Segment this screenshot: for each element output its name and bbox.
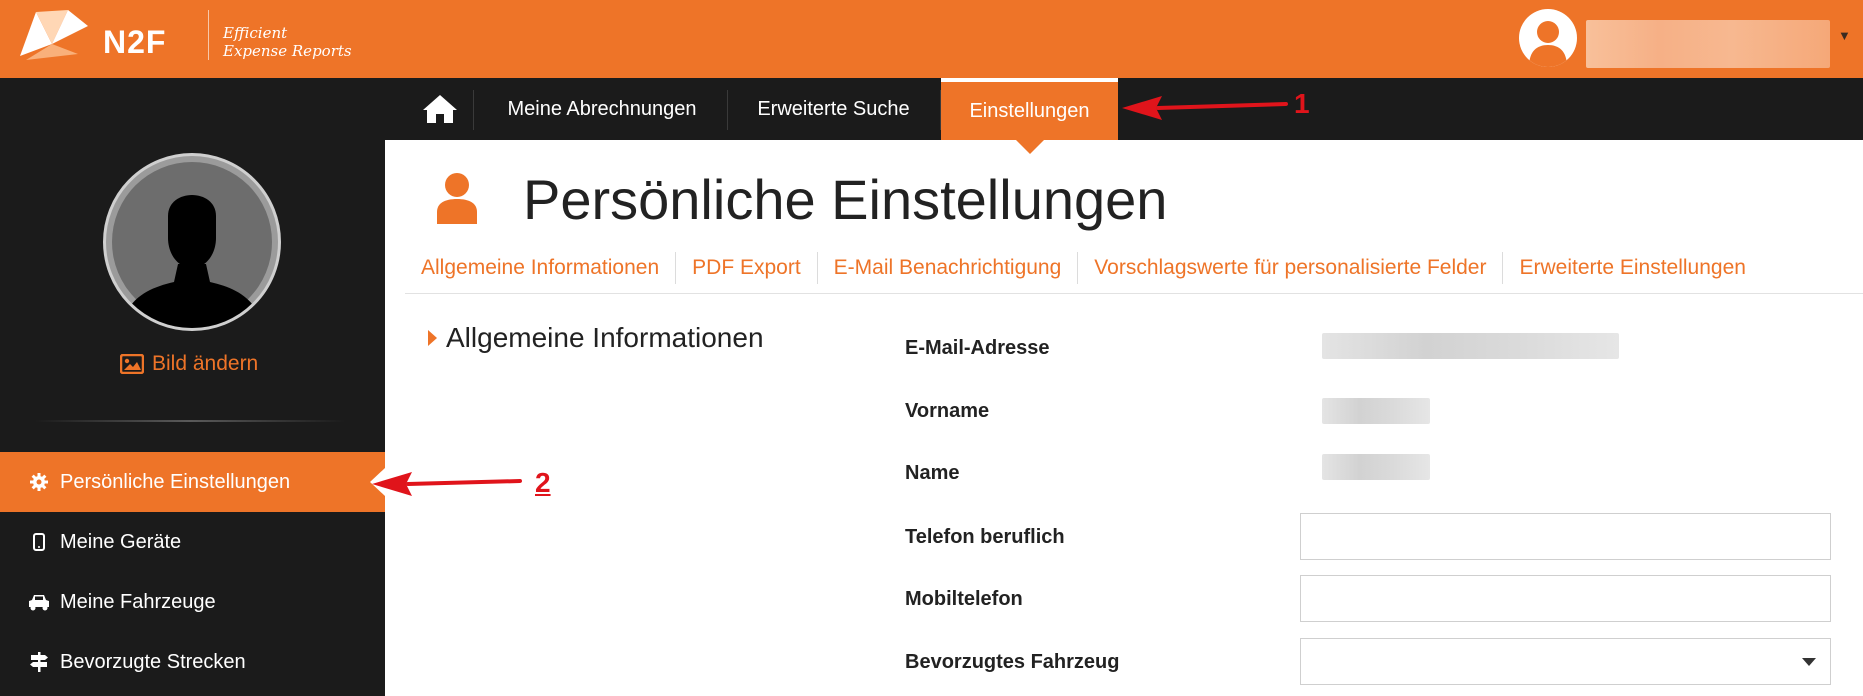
active-tab-pointer (1016, 140, 1044, 154)
gear-icon (28, 471, 50, 493)
lastname-value-redacted (1322, 454, 1430, 480)
mobile-phone-label: Mobiltelefon (905, 588, 1023, 610)
user-avatar[interactable] (1519, 9, 1577, 67)
chevron-down-icon[interactable]: ▼ (1838, 28, 1851, 43)
nav-item-einstellungen[interactable]: Einstellungen (941, 78, 1118, 140)
work-phone-label: Telefon beruflich (905, 526, 1065, 548)
signpost-icon (28, 651, 50, 673)
nav-separator (473, 90, 474, 130)
sidebar-item-label: Meine Fahrzeuge (60, 590, 216, 613)
user-icon (437, 173, 477, 224)
preferred-vehicle-label: Bevorzugtes Fahrzeug (905, 651, 1120, 673)
settings-tabs: Allgemeine Informationen PDF Export E-Ma… (421, 250, 1762, 286)
image-icon (120, 354, 144, 374)
nav-item-erweiterte-suche[interactable]: Erweiterte Suche (728, 78, 939, 140)
change-picture-label: Bild ändern (152, 352, 259, 375)
profile-picture (103, 153, 281, 331)
preferred-vehicle-select[interactable] (1300, 638, 1831, 685)
home-button[interactable] (412, 78, 468, 140)
tab-email-benachrichtigung[interactable]: E-Mail Benachrichtigung (818, 256, 1078, 280)
firstname-label: Vorname (905, 400, 990, 422)
sidebar-item-label: Meine Geräte (60, 530, 182, 553)
tab-erweiterte-einstellungen[interactable]: Erweiterte Einstellungen (1503, 256, 1761, 280)
email-value-redacted (1322, 333, 1619, 359)
mobile-phone-input[interactable] (1300, 575, 1831, 622)
annotation-number-1: 1 (1294, 88, 1310, 119)
lastname-label: Name (905, 462, 960, 484)
sidebar-item-bevorzugte-strecken[interactable]: Bevorzugte Strecken (0, 632, 385, 692)
n2f-logo-icon (20, 10, 88, 60)
sidebar-item-persoenliche-einstellungen[interactable]: Persönliche Einstellungen (0, 452, 385, 512)
work-phone-input[interactable] (1300, 513, 1831, 560)
chevron-down-icon (1802, 658, 1816, 666)
car-icon (28, 591, 50, 613)
firstname-value-redacted (1322, 398, 1430, 424)
tabs-divider (405, 293, 1863, 294)
user-name-redacted[interactable] (1586, 20, 1830, 68)
change-picture-link[interactable]: Bild ändern (120, 352, 258, 376)
avatar-silhouette-icon (112, 162, 272, 328)
sidebar-item-label: Persönliche Einstellungen (60, 470, 291, 493)
annotation-arrow-2 (372, 472, 522, 496)
sidebar-item-meine-fahrzeuge[interactable]: Meine Fahrzeuge (0, 572, 385, 632)
active-item-pointer (370, 468, 385, 496)
tagline-line-1: Efficient (223, 24, 288, 42)
user-silhouette-icon (1529, 21, 1567, 67)
brand-divider (208, 10, 209, 60)
tab-vorschlagswerte[interactable]: Vorschlagswerte für personalisierte Feld… (1078, 256, 1502, 280)
tagline-line-2: Expense Reports (223, 42, 352, 60)
sidebar-item-label: Bevorzugte Strecken (60, 650, 246, 673)
section-title: Allgemeine Informationen (446, 322, 764, 353)
email-label: E-Mail-Adresse (905, 337, 1050, 359)
nav-item-meine-abrechnungen[interactable]: Meine Abrechnungen (478, 78, 726, 140)
brand-tagline: Efficient Expense Reports (223, 24, 352, 60)
home-icon (423, 95, 457, 123)
sidebar-divider (35, 420, 345, 422)
tab-pdf-export[interactable]: PDF Export (676, 256, 817, 280)
sidebar-item-meine-geraete[interactable]: Meine Geräte (0, 512, 385, 572)
brand-name: N2F (103, 24, 167, 60)
tab-allgemeine-informationen[interactable]: Allgemeine Informationen (421, 256, 675, 280)
annotation-number-2: 2 (535, 467, 551, 498)
page-title: Persönliche Einstellungen (523, 168, 1168, 231)
mobile-icon (28, 531, 50, 553)
caret-right-icon (428, 330, 437, 346)
